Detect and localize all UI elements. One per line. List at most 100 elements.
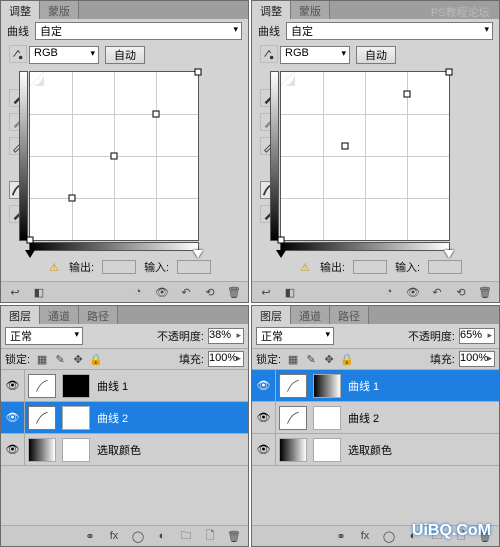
trash-icon[interactable]: 🗑 <box>226 529 242 543</box>
preset-select[interactable]: 自定 <box>35 22 242 40</box>
mask-icon[interactable]: ◯ <box>381 529 397 543</box>
fx-icon[interactable]: fx <box>106 529 122 543</box>
curves-graph[interactable] <box>29 71 199 241</box>
output-field[interactable] <box>353 260 387 274</box>
adjustment-thumb[interactable] <box>28 374 56 398</box>
layer-name[interactable]: 曲线 2 <box>97 410 128 426</box>
layer-name[interactable]: 选取颜色 <box>97 442 141 458</box>
adjustment-thumb[interactable] <box>279 374 307 398</box>
curve-handle[interactable] <box>69 195 76 202</box>
fill-input[interactable]: 100% <box>208 351 244 367</box>
output-field[interactable] <box>102 260 136 274</box>
tab-paths[interactable]: 路径 <box>79 306 118 324</box>
adjustment-thumb[interactable] <box>279 438 307 462</box>
opacity-input[interactable]: 65% <box>459 328 495 344</box>
mask-thumb[interactable] <box>62 438 90 462</box>
layer-row[interactable]: 👁 曲线 2 <box>1 402 248 434</box>
new-layer-icon[interactable]: 🗋 <box>202 529 218 543</box>
layer-row[interactable]: 👁 曲线 1 <box>252 370 499 402</box>
channel-select[interactable]: RGB <box>280 46 350 64</box>
curve-handle[interactable] <box>153 111 160 118</box>
mask-thumb[interactable] <box>313 438 341 462</box>
curve-handle[interactable] <box>404 90 411 97</box>
tab-mask[interactable]: 蒙版 <box>40 1 79 19</box>
target-adjust-icon[interactable] <box>260 45 278 63</box>
tab-layers[interactable]: 图层 <box>252 306 291 324</box>
layer-row[interactable]: 👁 曲线 1 <box>1 370 248 402</box>
expand-icon[interactable]: ◧ <box>282 285 298 299</box>
clip-icon[interactable]: ◔ <box>381 285 397 299</box>
preset-select[interactable]: 自定 <box>286 22 493 40</box>
layer-name[interactable]: 曲线 2 <box>348 410 379 426</box>
mask-thumb[interactable] <box>62 374 90 398</box>
curve-handle[interactable] <box>195 69 202 76</box>
lock-pixels-icon[interactable]: ✎ <box>303 352 319 366</box>
visibility-toggle[interactable]: 👁 <box>1 434 25 465</box>
curve-handle[interactable] <box>446 69 453 76</box>
input-field[interactable] <box>428 260 462 274</box>
reset-icon[interactable]: ⟲ <box>202 285 218 299</box>
tab-adjust[interactable]: 调整 <box>1 1 40 19</box>
lock-position-icon[interactable]: ✥ <box>321 352 337 366</box>
link-icon[interactable]: ⚭ <box>82 529 98 543</box>
visibility-toggle[interactable]: 👁 <box>252 402 276 433</box>
return-layer-icon[interactable]: ↩ <box>258 285 274 299</box>
layer-row[interactable]: 👁 选取颜色 <box>252 434 499 466</box>
adjustment-thumb[interactable] <box>28 406 56 430</box>
target-adjust-icon[interactable] <box>9 45 27 63</box>
visibility-toggle[interactable]: 👁 <box>1 402 25 433</box>
lock-transparent-icon[interactable]: ▦ <box>34 352 50 366</box>
lock-position-icon[interactable]: ✥ <box>70 352 86 366</box>
adjust-icon[interactable]: ◐ <box>154 529 170 543</box>
input-field[interactable] <box>177 260 211 274</box>
layer-name[interactable]: 曲线 1 <box>97 378 128 394</box>
opacity-input[interactable]: 38% <box>208 328 244 344</box>
mask-thumb[interactable] <box>313 406 341 430</box>
curve-handle[interactable] <box>111 153 118 160</box>
layer-row[interactable]: 👁 选取颜色 <box>1 434 248 466</box>
tab-channels[interactable]: 通道 <box>291 306 330 324</box>
blend-mode-select[interactable]: 正常 <box>256 327 334 345</box>
trash-icon[interactable]: 🗑 <box>226 285 242 299</box>
auto-button[interactable]: 自动 <box>356 46 396 64</box>
tab-layers[interactable]: 图层 <box>1 306 40 324</box>
tab-paths[interactable]: 路径 <box>330 306 369 324</box>
mask-thumb[interactable] <box>313 374 341 398</box>
channel-select[interactable]: RGB <box>29 46 99 64</box>
eye-icon[interactable]: 👁 <box>154 285 170 299</box>
blend-mode-select[interactable]: 正常 <box>5 327 83 345</box>
curve-handle[interactable] <box>278 237 285 244</box>
layer-name[interactable]: 选取颜色 <box>348 442 392 458</box>
visibility-toggle[interactable]: 👁 <box>1 370 25 401</box>
mask-icon[interactable]: ◯ <box>130 529 146 543</box>
black-point-slider[interactable] <box>25 250 35 258</box>
lock-all-icon[interactable]: 🔒 <box>339 352 355 366</box>
expand-icon[interactable]: ◧ <box>31 285 47 299</box>
lock-transparent-icon[interactable]: ▦ <box>285 352 301 366</box>
white-point-slider[interactable] <box>444 250 454 258</box>
adjustment-thumb[interactable] <box>279 406 307 430</box>
reset-icon[interactable]: ⟲ <box>453 285 469 299</box>
fill-input[interactable]: 100% <box>459 351 495 367</box>
black-point-slider[interactable] <box>276 250 286 258</box>
tab-channels[interactable]: 通道 <box>40 306 79 324</box>
link-icon[interactable]: ⚭ <box>333 529 349 543</box>
visibility-toggle[interactable]: 👁 <box>252 434 276 465</box>
reset-prev-icon[interactable]: ↶ <box>178 285 194 299</box>
layer-name[interactable]: 曲线 1 <box>348 378 379 394</box>
tab-mask[interactable]: 蒙版 <box>291 1 330 19</box>
auto-button[interactable]: 自动 <box>105 46 145 64</box>
lock-all-icon[interactable]: 🔒 <box>88 352 104 366</box>
curve-handle[interactable] <box>27 237 34 244</box>
adjustment-thumb[interactable] <box>28 438 56 462</box>
return-layer-icon[interactable]: ↩ <box>7 285 23 299</box>
group-icon[interactable]: 🗀 <box>178 529 194 543</box>
white-point-slider[interactable] <box>193 250 203 258</box>
trash-icon[interactable]: 🗑 <box>477 285 493 299</box>
tab-adjust[interactable]: 调整 <box>252 1 291 19</box>
mask-thumb[interactable] <box>62 406 90 430</box>
eye-icon[interactable]: 👁 <box>405 285 421 299</box>
curves-graph[interactable] <box>280 71 450 241</box>
visibility-toggle[interactable]: 👁 <box>252 370 276 401</box>
layer-row[interactable]: 👁 曲线 2 <box>252 402 499 434</box>
